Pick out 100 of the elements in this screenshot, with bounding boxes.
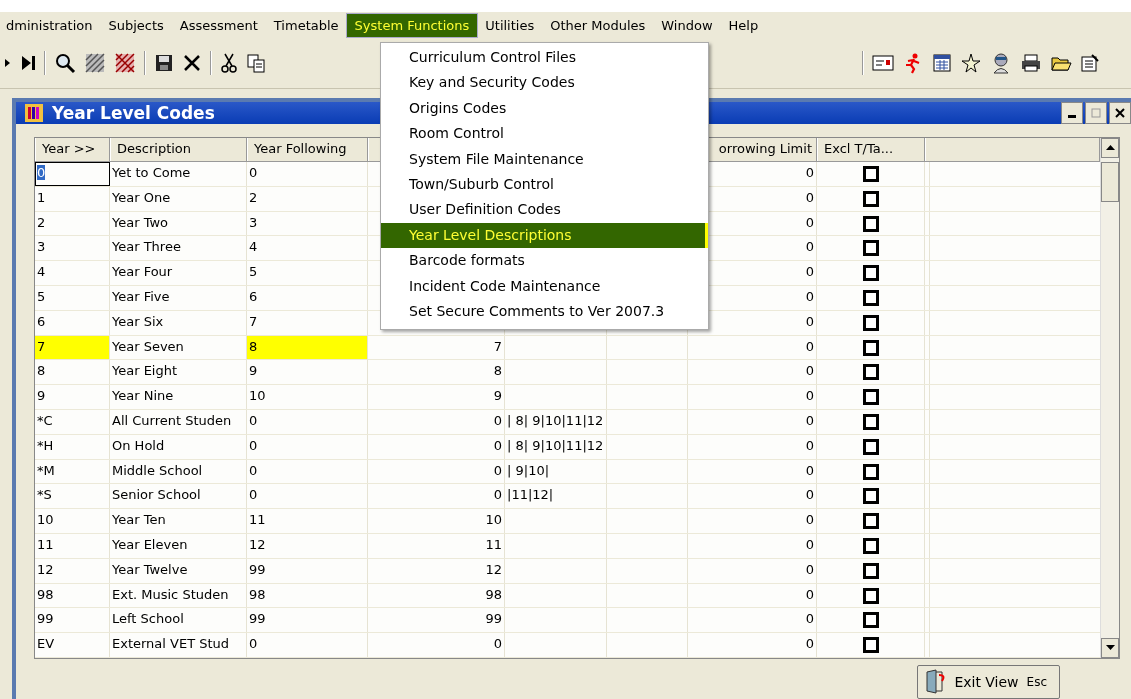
table-cell: Year Ten bbox=[110, 509, 247, 533]
minimize-button[interactable] bbox=[1061, 102, 1083, 125]
table-cell: 0 bbox=[688, 583, 817, 608]
table-cell: 11 bbox=[368, 534, 505, 558]
checkbox[interactable] bbox=[862, 612, 879, 629]
checkbox[interactable] bbox=[862, 587, 879, 604]
table-cell: 12 bbox=[35, 558, 110, 583]
table-cell: 0 bbox=[247, 459, 368, 484]
checkbox[interactable] bbox=[862, 637, 879, 654]
table-cell: Ext. Music Studen bbox=[110, 583, 247, 608]
menu-item[interactable]: Assessment bbox=[171, 13, 266, 37]
table-cell: 0 bbox=[247, 434, 368, 459]
checkbox[interactable] bbox=[862, 289, 879, 306]
table-cell: 0 bbox=[247, 162, 368, 186]
close-button[interactable] bbox=[1109, 102, 1131, 125]
column-header[interactable]: Excl T/Ta... bbox=[817, 138, 925, 162]
star-icon[interactable] bbox=[960, 52, 982, 74]
table-cell: 11 bbox=[247, 509, 368, 533]
menu-item[interactable]: Help bbox=[720, 13, 767, 37]
table-cell: Year Five bbox=[110, 286, 247, 310]
menu-item[interactable]: System Functions bbox=[346, 13, 478, 37]
vertical-scrollbar[interactable] bbox=[1100, 138, 1119, 658]
column-header[interactable]: Year Following bbox=[247, 138, 368, 162]
table-cell: 0 bbox=[688, 360, 817, 385]
table-cell: Year Two bbox=[110, 211, 247, 236]
menu-item[interactable]: Timetable bbox=[265, 13, 347, 37]
table-cell: 0 bbox=[688, 608, 817, 633]
hatched-square-icon[interactable] bbox=[114, 52, 136, 74]
menu-item[interactable]: Origins Codes bbox=[381, 95, 708, 122]
column-header[interactable]: Description bbox=[110, 138, 247, 162]
checkbox[interactable] bbox=[862, 438, 879, 455]
table-cell: 0 bbox=[688, 385, 817, 410]
table-cell: 2 bbox=[247, 186, 368, 211]
menu-item[interactable]: Window bbox=[653, 13, 721, 37]
checkbox[interactable] bbox=[862, 413, 879, 430]
search-icon[interactable] bbox=[54, 52, 76, 74]
checkbox[interactable] bbox=[862, 364, 879, 381]
table-cell: 0 bbox=[368, 410, 505, 434]
checkbox[interactable] bbox=[862, 389, 879, 406]
table-cell: 12 bbox=[247, 534, 368, 558]
menu-item[interactable]: dministration bbox=[0, 13, 101, 37]
table-cell: 8 bbox=[35, 360, 110, 385]
checkbox[interactable] bbox=[862, 463, 879, 480]
table-cell: *C bbox=[35, 410, 110, 434]
scroll-up-button[interactable] bbox=[1101, 138, 1119, 159]
save-icon[interactable] bbox=[154, 53, 174, 73]
table-cell: Senior School bbox=[110, 484, 247, 509]
checkbox[interactable] bbox=[862, 240, 879, 257]
checkbox[interactable] bbox=[862, 215, 879, 232]
menu-item[interactable]: Key and Security Codes bbox=[381, 70, 708, 96]
checkbox[interactable] bbox=[862, 513, 879, 530]
table-cell: *S bbox=[35, 484, 110, 509]
copy-icon[interactable] bbox=[246, 53, 266, 73]
table-cell: Year Nine bbox=[110, 385, 247, 410]
skip-to-end-icon[interactable] bbox=[20, 54, 36, 72]
up-arrow-icon bbox=[1105, 145, 1115, 152]
table-cell: 9 bbox=[35, 385, 110, 410]
table-cell: 99 bbox=[35, 608, 110, 633]
checkbox[interactable] bbox=[862, 165, 879, 182]
checkbox[interactable] bbox=[862, 537, 879, 554]
table-cell: 0 bbox=[688, 434, 817, 459]
properties-icon[interactable] bbox=[1080, 53, 1100, 73]
menu-item[interactable]: Other Modules bbox=[542, 13, 654, 37]
menu-item[interactable]: Curriculum Control Files bbox=[381, 45, 708, 71]
down-arrow-icon bbox=[1105, 645, 1115, 651]
table-cell: EV bbox=[35, 633, 110, 657]
table-cell: 1 bbox=[35, 186, 110, 211]
table-cell: 5 bbox=[35, 286, 110, 310]
table-cell: Year One bbox=[110, 186, 247, 211]
scissors-icon[interactable] bbox=[220, 52, 238, 74]
table-cell: Middle School bbox=[110, 459, 247, 484]
table-cell: 10 bbox=[35, 509, 110, 533]
checkbox[interactable] bbox=[862, 265, 879, 282]
table-cell: External VET Stud bbox=[110, 633, 247, 657]
checkbox[interactable] bbox=[862, 190, 879, 207]
menu-item[interactable]: Utilities bbox=[477, 13, 543, 37]
hatched-square-icon[interactable] bbox=[84, 52, 106, 74]
table-cell: 8 bbox=[368, 360, 505, 385]
table-cell: 8 bbox=[247, 335, 368, 360]
column-header[interactable]: Year >> bbox=[35, 138, 110, 162]
card-icon[interactable] bbox=[872, 54, 894, 72]
checkbox[interactable] bbox=[862, 314, 879, 331]
table-cell: 0 bbox=[688, 534, 817, 558]
exit-view-button[interactable]: Exit View Esc bbox=[917, 665, 1060, 699]
scroll-thumb[interactable] bbox=[1101, 162, 1119, 203]
menu-item[interactable]: Subjects bbox=[100, 13, 172, 37]
checkbox[interactable] bbox=[862, 339, 879, 356]
table-cell: 4 bbox=[35, 261, 110, 286]
scroll-down-button[interactable] bbox=[1101, 638, 1119, 658]
table-cell: 0 bbox=[688, 459, 817, 484]
checkbox[interactable] bbox=[862, 488, 879, 505]
checkbox[interactable] bbox=[862, 562, 879, 579]
table-cell: Year Eleven bbox=[110, 534, 247, 558]
table-cell: 0 bbox=[35, 162, 110, 186]
table-cell: 0 bbox=[368, 633, 505, 657]
table-cell: 6 bbox=[35, 310, 110, 335]
printer-icon[interactable] bbox=[1020, 53, 1042, 73]
menu-item[interactable]: Year Level Descriptions bbox=[381, 222, 708, 249]
calendar-icon[interactable] bbox=[932, 53, 952, 73]
delete-icon[interactable] bbox=[182, 53, 202, 73]
